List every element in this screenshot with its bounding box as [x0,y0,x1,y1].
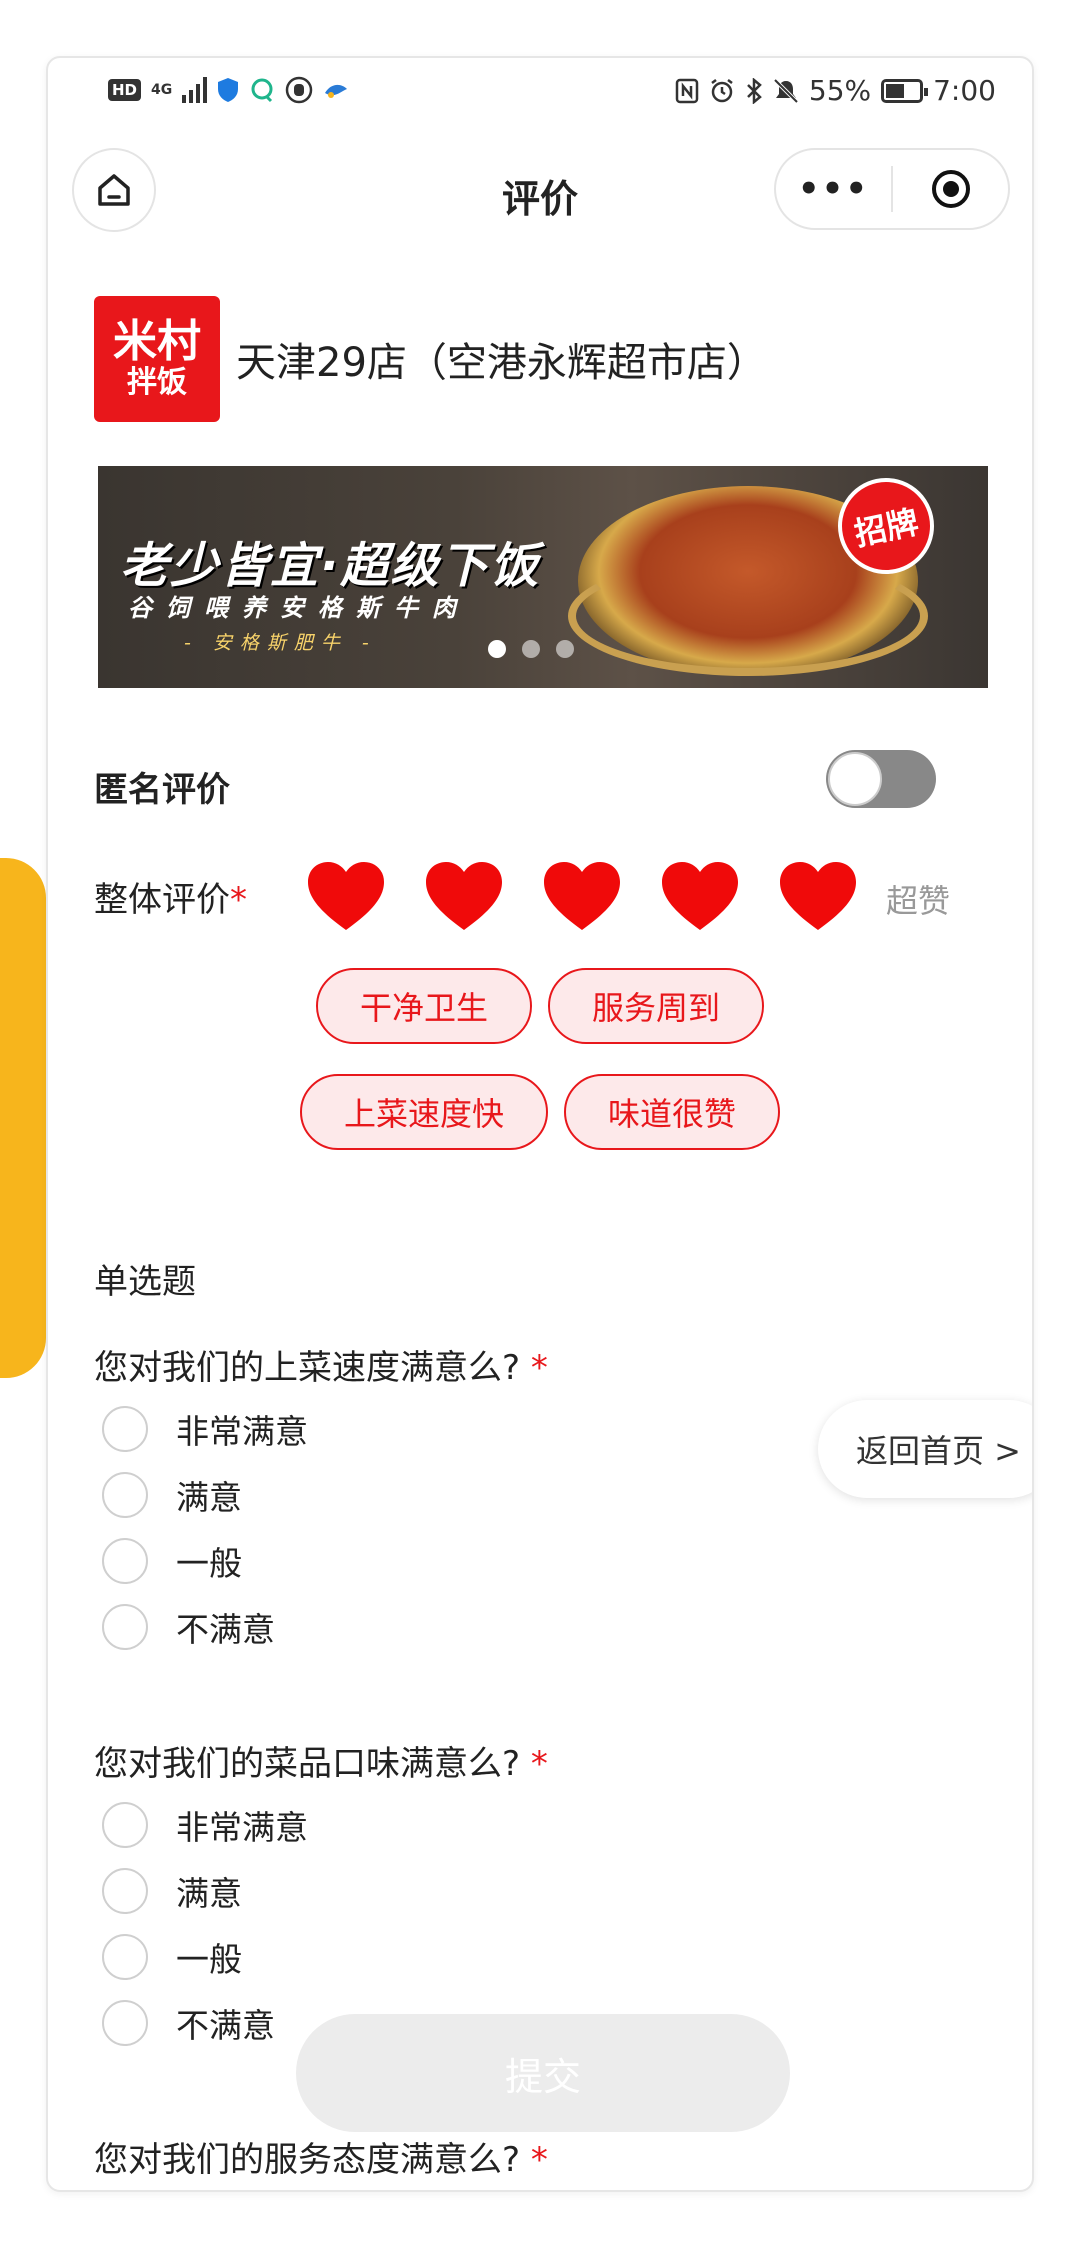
logo-text-top: 米村 [113,316,201,367]
question-1: 您对我们的上菜速度满意么? * 非常满意 满意 一般 不满意 [94,1340,794,1660]
nav-bar: 评价 ••• [48,138,1032,248]
option-label: 非常满意 [176,1808,308,1847]
radio-button[interactable] [102,1406,148,1452]
nfc-icon [675,78,699,103]
option-label: 非常满意 [176,1412,308,1451]
hd-badge: HD [108,79,142,101]
option-label: 满意 [176,1874,242,1913]
option-label: 不满意 [176,1610,275,1649]
app-window: HD 4G 55% 7:00 评价 ••• 米村 拌饭 天津29店（空港永辉超市… [46,56,1034,2192]
tag-clean[interactable]: 干净卫生 [315,968,532,1044]
toggle-knob [828,752,882,806]
target-icon [931,170,970,208]
carousel-dot[interactable] [522,640,540,658]
store-header: 米村 拌饭 天津29店（空港永辉超市店） [94,296,767,422]
option-label: 满意 [176,1478,242,1517]
more-button[interactable]: ••• [776,169,891,209]
question-title: 您对我们的服务态度满意么? * [94,2132,794,2188]
status-left: HD 4G [108,76,349,104]
battery-percent: 55% [808,74,872,107]
overall-rating-text: 整体评价 [94,880,230,920]
required-mark: * [230,880,247,920]
alarm-icon [711,78,733,102]
promo-banner[interactable]: 老少皆宜·超级下饭 谷饲喂养安格斯牛肉 - 安格斯肥牛 - 招牌 [98,466,988,688]
signal-icon [182,77,208,103]
tag-row-2: 上菜速度快 味道很赞 [48,1074,1032,1150]
option-label: 一般 [176,1940,242,1979]
tag-row-1: 干净卫生 服务周到 [48,968,1032,1044]
pot-rim [568,556,928,676]
option-satisfied[interactable]: 满意 [94,1462,794,1528]
heart-icon[interactable] [542,860,622,932]
tag-tasty[interactable]: 味道很赞 [564,1074,781,1150]
heart-rating [306,860,858,932]
hand-icon [286,76,313,104]
anonymous-toggle[interactable] [826,750,936,808]
banner-headline: 老少皆宜·超级下饭 [120,538,541,594]
more-icon: ••• [797,169,870,209]
mute-icon [773,78,799,103]
network-type: 4G [151,82,173,98]
radio-button[interactable] [102,1868,148,1914]
clock: 7:00 [933,74,996,107]
option-dissatisfied[interactable]: 不满意 [94,1594,794,1660]
radio-button[interactable] [102,1934,148,1980]
overall-rating-label: 整体评价* [94,872,247,921]
question-text: 您对我们的上菜速度满意么? [94,1348,521,1388]
heart-icon[interactable] [778,860,858,932]
radio-button[interactable] [102,1604,148,1650]
section-title: 单选题 [94,1262,196,1302]
question-text: 您对我们的服务态度满意么? [94,2140,521,2180]
chat-icon [251,78,273,103]
banner-subline: 谷饲喂养安格斯牛肉 [128,594,470,622]
option-very-satisfied[interactable]: 非常满意 [94,1792,794,1858]
banner-tagline: - 安格斯肥牛 - [184,632,377,654]
brand-logo: 米村 拌饭 [94,296,220,422]
rating-text: 超赞 [886,882,951,920]
carousel-dot[interactable] [556,640,574,658]
option-label: 不满意 [176,2006,275,2045]
option-neutral[interactable]: 一般 [94,1924,794,1990]
radio-button[interactable] [102,1472,148,1518]
tag-fast-serving[interactable]: 上菜速度快 [299,1074,548,1150]
option-very-satisfied[interactable]: 非常满意 [94,1396,794,1462]
store-name: 天津29店（空港永辉超市店） [236,340,767,386]
radio-button[interactable] [102,2000,148,2046]
logo-text-bottom: 拌饭 [127,365,187,400]
heart-icon[interactable] [424,860,504,932]
option-satisfied[interactable]: 满意 [94,1858,794,1924]
mini-program-capsule: ••• [774,148,1010,230]
question-title: 您对我们的上菜速度满意么? * [94,1340,794,1396]
shield-icon [218,78,239,102]
status-bar: HD 4G 55% 7:00 [48,58,1032,124]
question-3: 您对我们的服务态度满意么? * [94,2132,794,2188]
required-mark: * [530,1744,548,1784]
heart-icon[interactable] [660,860,740,932]
side-decoration [0,858,46,1378]
bird-icon [325,84,348,98]
close-button[interactable] [893,168,1008,210]
question-title: 您对我们的菜品口味满意么? * [94,1736,794,1792]
battery-icon [881,78,929,103]
question-2: 您对我们的菜品口味满意么? * 非常满意 满意 一般 不满意 [94,1736,794,2056]
anonymous-label: 匿名评价 [94,770,230,810]
carousel-dot[interactable] [488,640,506,658]
radio-button[interactable] [102,1538,148,1584]
option-label: 一般 [176,1544,242,1583]
question-text: 您对我们的菜品口味满意么? [94,1744,521,1784]
heart-icon[interactable] [306,860,386,932]
carousel-dots [488,640,574,658]
option-neutral[interactable]: 一般 [94,1528,794,1594]
required-mark: * [530,1348,548,1388]
radio-button[interactable] [102,1802,148,1848]
submit-button[interactable]: 提交 [296,2014,790,2132]
required-mark: * [530,2140,548,2180]
tag-service[interactable]: 服务周到 [548,968,765,1044]
bluetooth-icon [746,77,762,104]
back-home-button[interactable]: 返回首页 > [818,1400,1032,1498]
status-right: 55% 7:00 [675,74,996,107]
